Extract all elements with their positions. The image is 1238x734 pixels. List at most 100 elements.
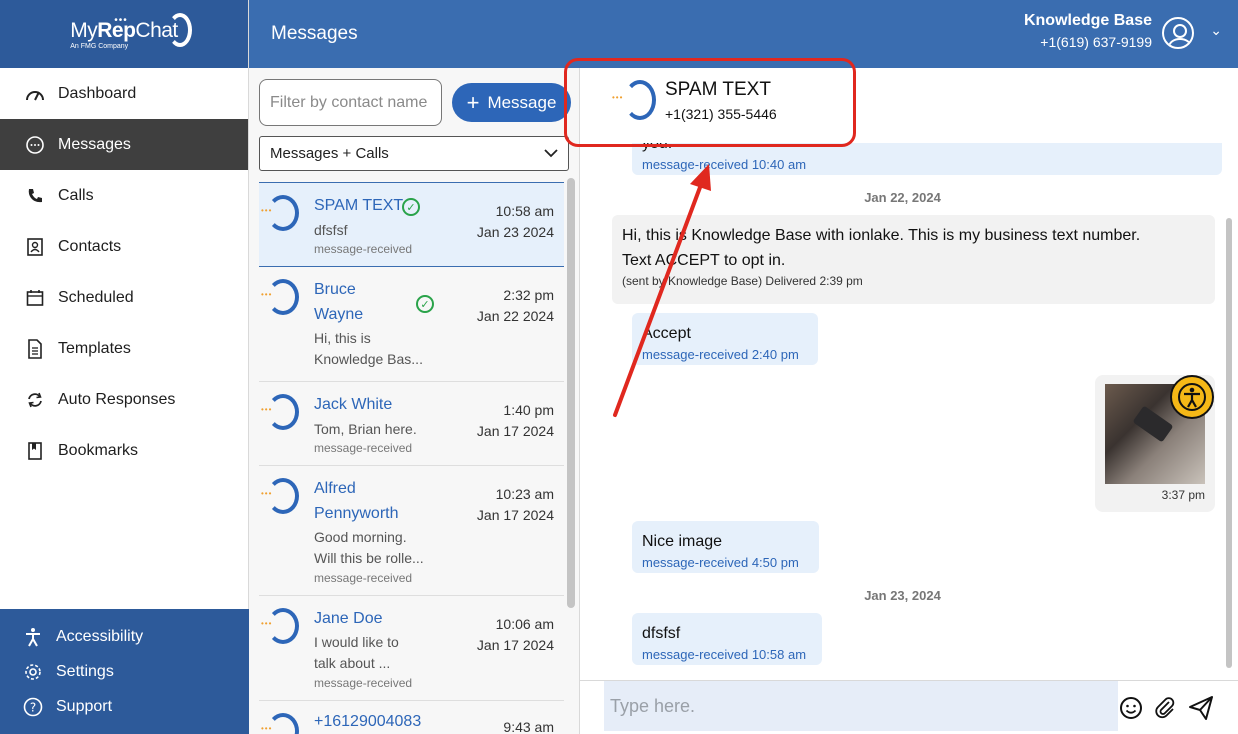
conversation-time: 10:23 am <box>495 486 554 502</box>
conversation-time: 1:40 pm <box>503 402 554 418</box>
contact-filter-input[interactable] <box>259 79 442 126</box>
thread-scrollbar[interactable] <box>1226 218 1232 668</box>
conversation-preview: Tom, Brian here. <box>314 421 417 437</box>
sidebar-item-contacts[interactable]: Contacts <box>0 221 248 272</box>
view-filter-select[interactable]: Messages + Calls <box>259 136 569 171</box>
check-circle-icon: ✓ <box>416 295 434 313</box>
user-phone: +1(619) 637-9199 <box>1040 34 1152 50</box>
phone-icon <box>24 185 46 207</box>
user-info[interactable]: Knowledge Base +1(619) 637-9199 <box>1024 12 1152 50</box>
attachment-icon[interactable] <box>1152 695 1178 721</box>
message-time: 3:37 pm <box>1161 488 1205 502</box>
contact-avatar-icon: ••• <box>259 277 299 317</box>
conversation-item[interactable]: ••• Jane Doe 10:06 am Jan 17 2024 I woul… <box>259 596 564 701</box>
chat-contact-phone: +1(321) 355-5446 <box>665 106 777 122</box>
contact-avatar-icon: ••• <box>259 476 299 516</box>
conversation-preview: I would like to talk about ... <box>314 634 399 671</box>
conversation-preview: dfsfsf <box>314 222 348 238</box>
chat-panel: you. message-received 10:40 am Jan 22, 2… <box>564 58 1238 734</box>
conversation-date: Jan 17 2024 <box>476 423 554 439</box>
sidebar-item-label: Bookmarks <box>58 441 139 459</box>
contact-avatar-icon: ••• <box>259 711 299 734</box>
conversation-preview: Hi, this is Knowledge Bas... <box>314 330 423 367</box>
sidebar: ••• MyRepChat An FMG Company Dashboard M… <box>0 0 249 734</box>
bookmark-icon <box>24 440 46 462</box>
send-icon[interactable] <box>1188 695 1214 721</box>
top-header: Messages Knowledge Base +1(619) 637-9199… <box>249 0 1238 68</box>
sidebar-item-label: Settings <box>56 662 114 680</box>
check-circle-icon: ✓ <box>402 198 420 216</box>
sidebar-item-label: Contacts <box>58 237 122 255</box>
sidebar-item-label: Calls <box>58 186 94 204</box>
conversation-name: SPAM TEXT <box>314 197 404 214</box>
sidebar-item-label: Accessibility <box>56 627 144 645</box>
conversation-time: 2:32 pm <box>503 287 554 303</box>
conversation-time: 9:43 am <box>503 719 554 734</box>
conversation-time: 10:06 am <box>495 616 554 632</box>
conversation-name: Jane Doe <box>314 610 383 627</box>
sidebar-item-templates[interactable]: Templates <box>0 323 248 374</box>
user-avatar-icon[interactable] <box>1162 17 1194 49</box>
conversation-date: Jan 22 2024 <box>476 308 554 324</box>
accessibility-widget-icon[interactable] <box>1170 375 1214 419</box>
svg-text:?: ? <box>30 700 36 714</box>
conversation-date: Jan 17 2024 <box>476 637 554 653</box>
date-separator: Jan 22, 2024 <box>864 190 941 205</box>
conversation-item[interactable]: ••• +16129004083 9:43 am <box>259 701 564 734</box>
conversation-status: message-received <box>314 676 413 690</box>
sidebar-item-scheduled[interactable]: Scheduled <box>0 272 248 323</box>
accessibility-icon <box>22 626 44 648</box>
sidebar-item-label: Messages <box>58 135 131 153</box>
conversation-item[interactable]: ••• Jack White 1:40 pm Jan 17 2024 Tom, … <box>259 382 564 466</box>
sidebar-item-dashboard[interactable]: Dashboard <box>0 68 248 119</box>
message-bubble-incoming: you. message-received 10:40 am <box>632 143 1222 175</box>
conversation-list-panel: + Message Messages + Calls ••• SPAM TEXT… <box>249 68 580 734</box>
sidebar-footer: Accessibility Settings ? Support <box>0 609 249 734</box>
sidebar-item-accessibility[interactable]: Accessibility <box>0 619 249 654</box>
conversation-date: Jan 23 2024 <box>476 224 554 240</box>
conversation-name: Jack White <box>314 396 393 413</box>
conversation-date: Jan 17 2024 <box>476 507 554 523</box>
contact-card-icon <box>24 236 46 258</box>
document-icon <box>24 338 46 360</box>
conversation-item[interactable]: ••• SPAM TEXT ✓ 10:58 am Jan 23 2024 dfs… <box>259 182 564 267</box>
message-bubble-incoming: dfsfsf message-received 10:58 am <box>632 613 822 665</box>
sidebar-item-label: Templates <box>58 339 131 357</box>
conversation-item[interactable]: ••• Bruce Wayne ✓ 2:32 pm Jan 22 2024 Hi… <box>259 267 564 382</box>
chat-header: ••• SPAM TEXT +1(321) 355-5446 <box>564 58 1238 147</box>
conversation-preview: Good morning. Will this be rolle... <box>314 529 424 566</box>
list-scrollbar[interactable] <box>567 178 575 608</box>
sidebar-item-label: Dashboard <box>58 84 137 102</box>
main-nav: Dashboard Messages Calls Contacts Schedu… <box>0 68 248 476</box>
sidebar-item-support[interactable]: ? Support <box>0 689 249 724</box>
conversation-item[interactable]: ••• Alfred Pennyworth 10:23 am Jan 17 20… <box>259 466 564 596</box>
new-message-button[interactable]: + Message <box>452 83 571 122</box>
contact-avatar-icon: ••• <box>259 392 299 432</box>
conversation-status: message-received <box>314 441 413 455</box>
message-bubble-outgoing: Hi, this is Knowledge Base with ionlake.… <box>612 215 1215 304</box>
message-bubble-incoming: Nice image message-received 4:50 pm <box>632 521 819 573</box>
gauge-icon <box>24 83 46 105</box>
chat-contact-name[interactable]: SPAM TEXT <box>665 79 771 101</box>
sidebar-item-calls[interactable]: Calls <box>0 170 248 221</box>
contact-avatar-icon: ••• <box>608 80 658 120</box>
plus-icon: + <box>466 89 480 115</box>
sidebar-item-settings[interactable]: Settings <box>0 654 249 689</box>
sidebar-item-auto-responses[interactable]: Auto Responses <box>0 374 248 425</box>
chevron-down-icon[interactable]: ⌄ <box>1210 22 1222 39</box>
sidebar-item-messages[interactable]: Messages <box>0 119 248 170</box>
conversation-name: Bruce Wayne <box>314 281 364 323</box>
conversation-status: message-received <box>314 571 413 585</box>
emoji-icon[interactable] <box>1118 695 1144 721</box>
message-input[interactable] <box>604 681 1118 731</box>
chat-bubble-icon <box>24 134 46 156</box>
user-name: Knowledge Base <box>1023 12 1152 29</box>
contact-avatar-icon: ••• <box>259 606 299 646</box>
brand-header: ••• MyRepChat An FMG Company <box>0 0 248 68</box>
calendar-icon <box>24 287 46 309</box>
conversation-list: ••• SPAM TEXT ✓ 10:58 am Jan 23 2024 dfs… <box>259 182 564 734</box>
sidebar-item-label: Support <box>56 697 113 715</box>
conversation-time: 10:58 am <box>495 203 554 219</box>
sidebar-item-bookmarks[interactable]: Bookmarks <box>0 425 248 476</box>
app-logo[interactable]: ••• MyRepChat An FMG Company <box>70 12 192 50</box>
